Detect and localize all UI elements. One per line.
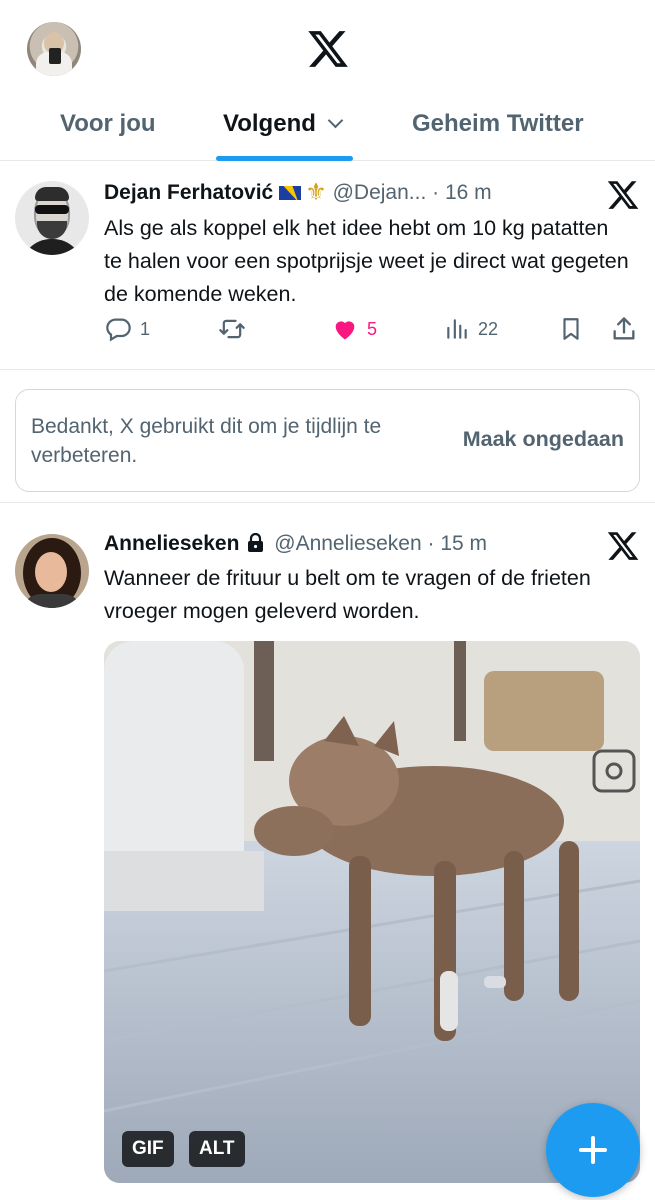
tab-label: Voor jou [60, 110, 156, 137]
author-name[interactable]: Dejan Ferhatović [104, 181, 273, 204]
like-count: 5 [367, 318, 378, 339]
retweet-button[interactable] [217, 315, 247, 343]
gif-badge: GIF [122, 1131, 174, 1167]
avatar[interactable] [15, 534, 89, 608]
view-count: 22 [478, 318, 499, 339]
x-logo[interactable] [306, 27, 350, 71]
meta-dot: · [426, 181, 445, 204]
timestamp[interactable]: 16 m [445, 181, 492, 204]
share-icon [613, 317, 635, 340]
tweet-text: Wanneer de frituur u belt om te vragen o… [104, 566, 591, 623]
heart-icon [335, 321, 355, 340]
x-logo-icon [607, 181, 639, 209]
lock-icon [247, 532, 264, 552]
tweet-actions: 1 5 22 [0, 315, 655, 355]
tab-volgend[interactable]: Volgend [223, 110, 344, 138]
tab-geheim-twitter[interactable]: Geheim Twitter [412, 110, 584, 138]
profile-avatar[interactable] [27, 22, 81, 76]
tweet-header: Annelieseken @Annelieseken · 15 m [104, 532, 487, 556]
share-button[interactable] [610, 315, 638, 343]
feedback-text: Bedankt, X gebruikt dit om je tijdlijn t… [31, 415, 382, 467]
views-icon [447, 319, 467, 339]
bookmark-icon [563, 318, 579, 340]
author-name[interactable]: Annelieseken [104, 532, 239, 555]
timeline-tabs: Voor jou Volgend Geheim Twitter [0, 100, 655, 161]
gif-frame-dog [104, 641, 640, 1183]
x-logo-icon [607, 532, 639, 560]
retweet-icon [219, 319, 245, 339]
tweet-header: Dejan Ferhatović ⚜ @Dejan... · 16 m [104, 178, 604, 207]
compose-button[interactable] [546, 1103, 640, 1197]
reply-icon [106, 318, 131, 342]
avatar[interactable] [15, 181, 89, 255]
feedback-card: Bedankt, X gebruikt dit om je tijdlijn t… [15, 389, 640, 492]
tab-label: Volgend [223, 110, 316, 137]
chevron-down-icon [327, 112, 344, 129]
like-button[interactable]: 5 [331, 315, 377, 343]
top-bar [0, 0, 655, 100]
divider [0, 502, 655, 503]
tab-label: Geheim Twitter [412, 110, 584, 137]
reply-count: 1 [140, 318, 151, 339]
views-button[interactable]: 22 [444, 315, 498, 343]
tweet[interactable]: Dejan Ferhatović ⚜ @Dejan... · 16 m Als g… [0, 161, 655, 370]
author-handle[interactable]: @Annelieseken [274, 532, 421, 555]
tweet-text: Als ge als koppel elk het idee hebt om 1… [104, 216, 629, 306]
meta-dot: · [421, 532, 441, 555]
bookmark-button[interactable] [558, 315, 584, 343]
alt-badge[interactable]: ALT [189, 1131, 245, 1167]
fleur-de-lis-icon: ⚜ [305, 179, 327, 206]
undo-button[interactable]: Maak ongedaan [463, 427, 624, 452]
reply-button[interactable]: 1 [104, 315, 150, 343]
tweet-gif[interactable]: GIF ALT [104, 641, 640, 1183]
tab-voor-jou[interactable]: Voor jou [60, 110, 156, 138]
timestamp[interactable]: 15 m [440, 532, 487, 555]
author-handle[interactable]: @Dejan... [333, 181, 427, 204]
bosnia-flag-icon [279, 186, 302, 200]
